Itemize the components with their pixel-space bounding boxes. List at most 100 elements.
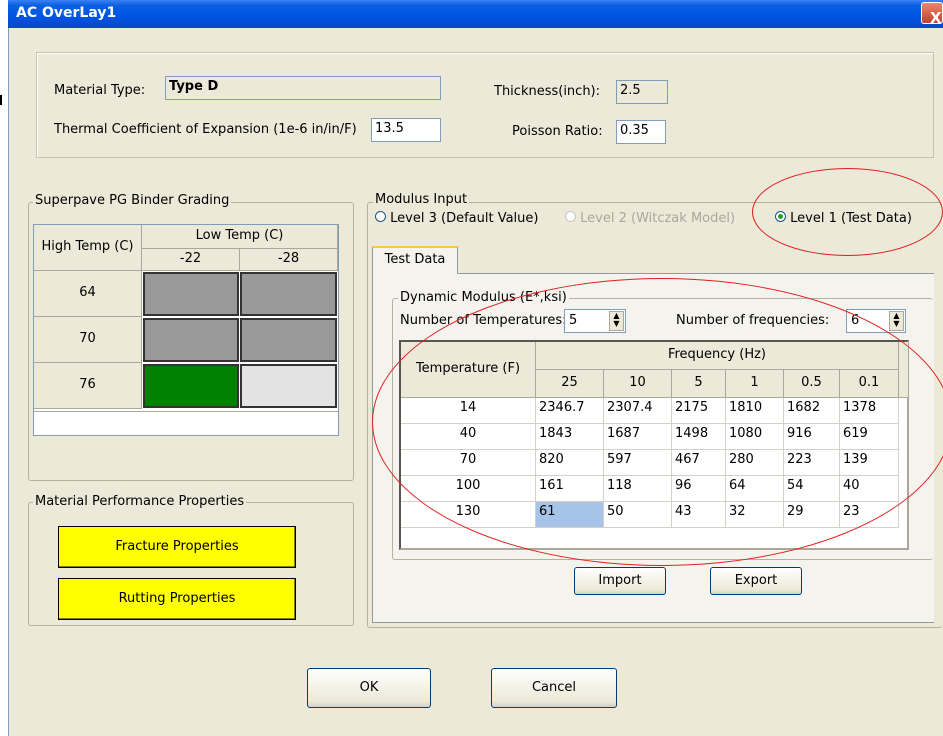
- modulus-cell[interactable]: 161: [536, 476, 604, 502]
- modulus-group-title: Modulus Input: [373, 192, 470, 207]
- export-button[interactable]: Export: [710, 567, 802, 595]
- num-freq-label: Number of frequencies:: [676, 313, 830, 328]
- binder-cell-empty[interactable]: [240, 364, 337, 408]
- high-temp-header: High Temp (C): [34, 225, 142, 271]
- frequency-col-header: 1: [726, 370, 784, 398]
- low-temp-header: Low Temp (C): [142, 225, 338, 249]
- spinner-arrows-icon[interactable]: ▲ ▼: [889, 311, 904, 331]
- modulus-cell[interactable]: 54: [784, 476, 840, 502]
- performance-group-title: Material Performance Properties: [33, 494, 247, 509]
- dynamic-group-title: Dynamic Modulus (E*,ksi): [398, 290, 569, 305]
- material-type-field: Type D: [165, 76, 441, 100]
- modulus-cell[interactable]: 64: [726, 476, 784, 502]
- temperature-cell: 130: [401, 502, 536, 528]
- material-type-label: Material Type:: [54, 83, 146, 98]
- thermal-field[interactable]: 13.5: [371, 118, 441, 142]
- modulus-cell[interactable]: 40: [840, 476, 899, 502]
- frequency-col-header: 25: [536, 370, 604, 398]
- modulus-cell[interactable]: 32: [726, 502, 784, 528]
- modulus-cell[interactable]: 139: [840, 450, 899, 476]
- thermal-label: Thermal Coefficient of Expansion (1e-6 i…: [54, 122, 357, 137]
- modulus-cell[interactable]: 1810: [726, 398, 784, 424]
- modulus-cell[interactable]: 1080: [726, 424, 784, 450]
- modulus-cell[interactable]: 1687: [604, 424, 672, 450]
- binder-cell-grey[interactable]: [143, 272, 239, 316]
- frequency-col-header: 0.5: [784, 370, 840, 398]
- modulus-cell[interactable]: 1843: [536, 424, 604, 450]
- radio-icon: [565, 211, 576, 222]
- modulus-cell[interactable]: 1378: [840, 398, 899, 424]
- modulus-cell[interactable]: 619: [840, 424, 899, 450]
- modulus-cell[interactable]: 43: [672, 502, 726, 528]
- edge-mark: [0, 95, 2, 105]
- modulus-cell[interactable]: 2307.4: [604, 398, 672, 424]
- frequency-col-header: 0.1: [840, 370, 899, 398]
- num-freq-spinner[interactable]: 6 ▲ ▼: [846, 309, 906, 333]
- radio-selected-icon: [775, 211, 786, 222]
- level1-label: Level 1 (Test Data): [790, 211, 912, 226]
- modulus-cell[interactable]: 29: [784, 502, 840, 528]
- thickness-field: 2.5: [616, 80, 668, 104]
- high-temp-row-header: 76: [34, 363, 142, 409]
- frequency-header: Frequency (Hz): [536, 342, 899, 370]
- close-icon: X: [930, 9, 942, 27]
- level2-label: Level 2 (Witczak Model): [580, 211, 736, 226]
- modulus-cell[interactable]: 467: [672, 450, 726, 476]
- frequency-col-header: 5: [672, 370, 726, 398]
- poisson-field[interactable]: 0.35: [616, 120, 666, 144]
- level1-radio[interactable]: Level 1 (Test Data): [775, 211, 912, 226]
- modulus-cell[interactable]: 597: [604, 450, 672, 476]
- grid-header-filler: [899, 342, 909, 398]
- modulus-cell[interactable]: 96: [672, 476, 726, 502]
- modulus-grid: Temperature (F) Frequency (Hz) 25 10 5 1…: [399, 340, 909, 550]
- modulus-cell[interactable]: 118: [604, 476, 672, 502]
- spinner-arrows-icon[interactable]: ▲ ▼: [609, 311, 624, 331]
- modulus-cell[interactable]: 23: [840, 502, 899, 528]
- rutting-properties-button[interactable]: Rutting Properties: [58, 578, 296, 620]
- num-temps-label: Number of Temperatures:: [400, 313, 567, 328]
- ok-button[interactable]: OK: [307, 668, 431, 708]
- modulus-cell[interactable]: 916: [784, 424, 840, 450]
- binder-cell-grey[interactable]: [240, 318, 337, 362]
- fracture-properties-button[interactable]: Fracture Properties: [58, 526, 296, 568]
- temperature-cell: 40: [401, 424, 536, 450]
- binder-cell-grey[interactable]: [240, 272, 337, 316]
- temperature-header: Temperature (F): [401, 342, 536, 398]
- high-temp-row-header: 64: [34, 271, 142, 317]
- modulus-cell[interactable]: 1498: [672, 424, 726, 450]
- frequency-col-header: 10: [604, 370, 672, 398]
- num-temps-spinner[interactable]: 5 ▲ ▼: [564, 309, 626, 333]
- import-button[interactable]: Import: [574, 567, 666, 595]
- binder-group-title: Superpave PG Binder Grading: [33, 193, 232, 208]
- level3-radio[interactable]: Level 3 (Default Value): [375, 211, 538, 226]
- num-temps-value: 5: [569, 313, 578, 328]
- num-freq-value: 6: [851, 313, 860, 328]
- binder-cell-grey[interactable]: [143, 318, 239, 362]
- poisson-label: Poisson Ratio:: [512, 124, 603, 139]
- high-temp-row-header: 70: [34, 317, 142, 363]
- modulus-cell[interactable]: 2346.7: [536, 398, 604, 424]
- modulus-cell[interactable]: 223: [784, 450, 840, 476]
- temperature-cell: 70: [401, 450, 536, 476]
- cancel-button[interactable]: Cancel: [491, 668, 617, 708]
- low-temp-col-header: -22: [142, 249, 240, 271]
- thickness-label: Thickness(inch):: [494, 84, 601, 99]
- modulus-cell[interactable]: 2175: [672, 398, 726, 424]
- radio-icon: [375, 211, 386, 222]
- tab-test-data[interactable]: Test Data: [372, 246, 458, 274]
- level2-radio: Level 2 (Witczak Model): [565, 211, 735, 226]
- temperature-cell: 100: [401, 476, 536, 502]
- modulus-cell[interactable]: 820: [536, 450, 604, 476]
- modulus-cell-selected[interactable]: 61: [536, 502, 604, 528]
- modulus-cell[interactable]: 280: [726, 450, 784, 476]
- modulus-cell[interactable]: 50: [604, 502, 672, 528]
- level3-label: Level 3 (Default Value): [390, 211, 539, 226]
- title-bar[interactable]: AC OverLay1 X: [8, 0, 943, 28]
- binder-cell-selected[interactable]: [143, 364, 239, 408]
- close-button[interactable]: X: [921, 2, 943, 27]
- binder-grid-divider: [34, 411, 338, 412]
- material-panel: [36, 52, 934, 158]
- window-title: AC OverLay1: [16, 5, 117, 21]
- modulus-cell[interactable]: 1682: [784, 398, 840, 424]
- temperature-cell: 14: [401, 398, 536, 424]
